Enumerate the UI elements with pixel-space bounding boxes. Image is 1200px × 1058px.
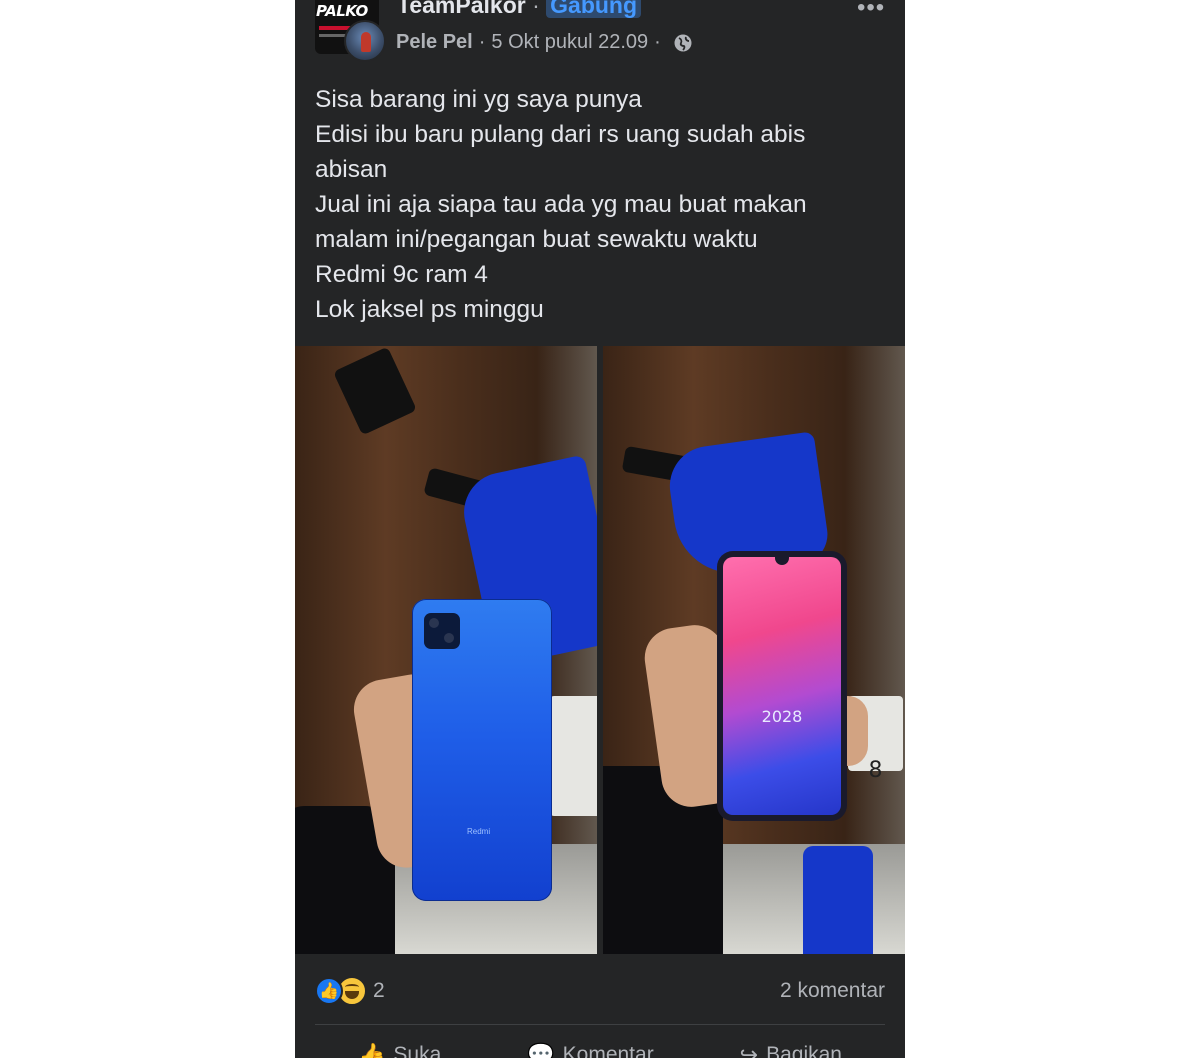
phone-brand-label: Redmi (467, 827, 491, 836)
group-title: TeamPalkor · Gabung (397, 0, 642, 19)
meta-separator-2: · (654, 31, 661, 53)
avatar-figure (361, 32, 371, 52)
share-icon: ↪ (739, 1042, 759, 1058)
reaction-summary[interactable]: 👍 2 (315, 976, 385, 1006)
like-button[interactable]: 👍 Suka (358, 1042, 441, 1058)
motorcycle-front (803, 846, 873, 954)
photo-grid: Redmi 8 2028 (295, 346, 905, 954)
join-group-button[interactable]: Gabung (546, 0, 642, 18)
group-logo-text: PALKO (316, 2, 368, 20)
meta-separator: · (478, 31, 486, 53)
post-line: abisan (315, 156, 388, 183)
photo-phone-front[interactable]: 8 2028 (603, 346, 905, 954)
share-button[interactable]: ↪ Bagikan (740, 1042, 842, 1058)
phone-lockscreen: 2028 (723, 557, 841, 815)
plate-text: 8 (868, 758, 883, 783)
reaction-count: 2 (373, 979, 385, 1002)
like-label: Suka (393, 1043, 442, 1058)
motorcycle-mirror (333, 346, 417, 436)
post-line: Redmi 9c ram 4 (315, 261, 488, 288)
author-avatar[interactable] (344, 20, 386, 62)
post-line: malam ini/pegangan buat sewaktu waktu (315, 226, 758, 253)
redmi-phone-back: Redmi (412, 599, 552, 901)
post-actions: 👍 Suka 💬 Komentar ↪ Bagikan (315, 1042, 885, 1058)
redmi-phone-front: 2028 (717, 551, 847, 821)
post-line: Lok jaksel ps minggu (315, 296, 544, 323)
post-line: Edisi ibu baru pulang dari rs uang sudah… (315, 121, 806, 148)
lockscreen-clock: 2028 (761, 707, 803, 726)
more-options-icon[interactable]: ••• (857, 0, 885, 22)
post-line: Sisa barang ini yg saya punya (315, 86, 642, 113)
comment-count[interactable]: 2 komentar (780, 979, 885, 1003)
globe-icon (674, 34, 692, 51)
comment-button[interactable]: 💬 Komentar (527, 1042, 653, 1058)
post-timestamp[interactable]: 5 Okt pukul 22.09 (491, 31, 648, 54)
comment-icon: 💬 (527, 1042, 555, 1058)
photo-phone-back[interactable]: Redmi (295, 346, 597, 954)
group-name-link[interactable]: TeamPalkor (397, 0, 526, 18)
like-icon: 👍 (315, 977, 343, 1005)
share-label: Bagikan (766, 1043, 842, 1058)
comment-label: Komentar (562, 1043, 654, 1058)
license-plate (550, 696, 597, 816)
camera-module (424, 613, 460, 649)
facebook-post-card: PALKO TeamPalkor · Gabung Pele Pel · 5 O… (295, 0, 905, 1058)
footer-divider (315, 1024, 885, 1025)
post-message: Sisa barang ini yg saya punya Edisi ibu … (315, 82, 887, 327)
post-meta: Pele Pel · 5 Okt pukul 22.09 · (396, 31, 693, 54)
title-separator: · (532, 0, 540, 18)
like-outline-icon: 👍 (357, 1042, 386, 1058)
author-name[interactable]: Pele Pel (396, 31, 473, 54)
phone-notch (775, 557, 789, 565)
post-line: Jual ini aja siapa tau ada yg mau buat m… (315, 191, 807, 218)
